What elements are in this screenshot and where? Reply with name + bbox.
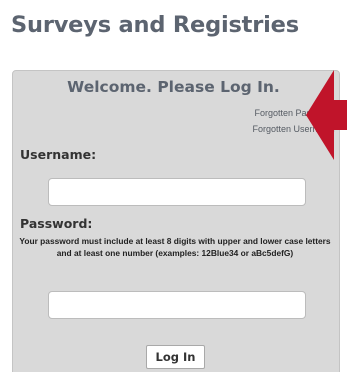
username-label: Username: xyxy=(20,147,97,162)
password-input[interactable] xyxy=(48,291,306,319)
page-title: Surveys and Registries xyxy=(11,12,299,38)
username-input[interactable] xyxy=(48,178,306,206)
password-hint: Your password must include at least 8 di… xyxy=(19,236,331,258)
login-button[interactable]: Log In xyxy=(146,345,205,369)
red-arrow-icon xyxy=(306,70,347,160)
login-page: Surveys and Registries Welcome. Please L… xyxy=(0,0,347,372)
password-label: Password: xyxy=(20,216,93,231)
welcome-heading: Welcome. Please Log In. xyxy=(67,78,280,96)
